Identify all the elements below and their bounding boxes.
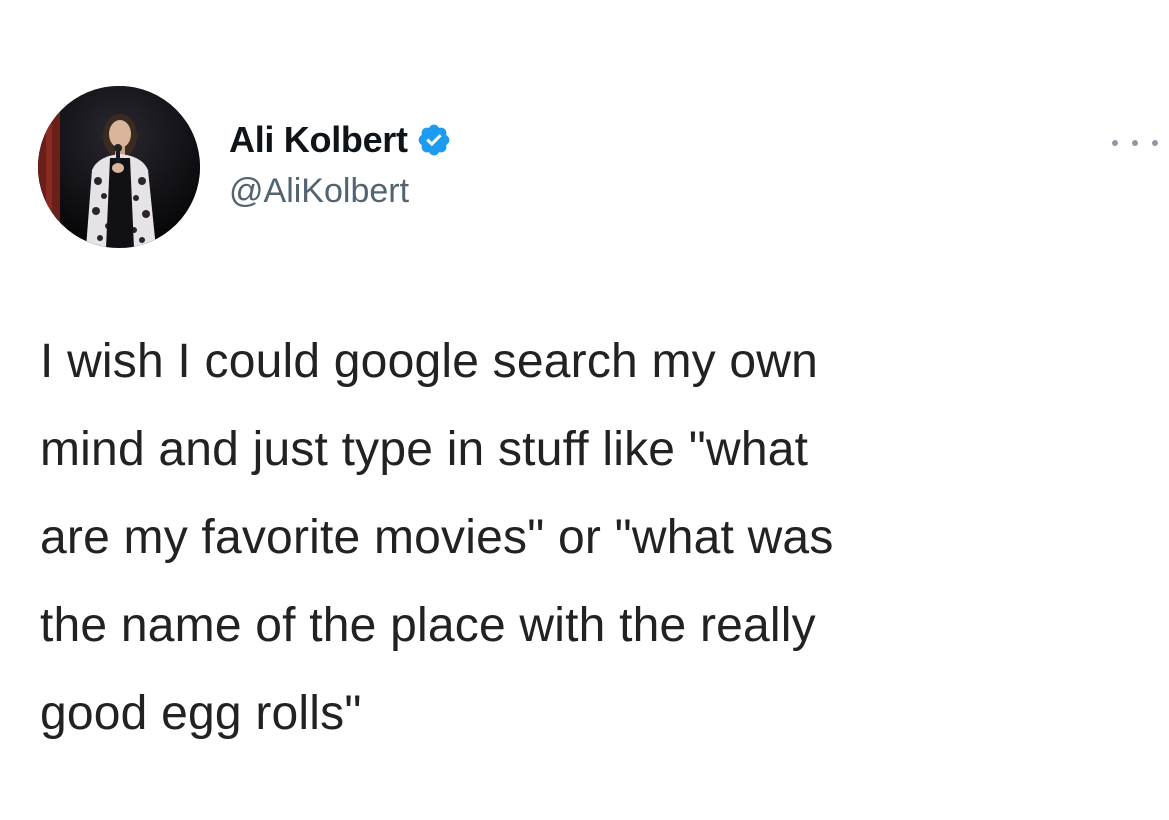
tweet-line: good egg rolls" [40, 687, 362, 740]
author-display-name[interactable]: Ali Kolbert [229, 119, 408, 161]
avatar-photo-icon [38, 86, 200, 248]
tweet-body: I wish I could google search my own mind… [40, 318, 1150, 758]
tweet-line: the name of the place with the really [40, 599, 816, 652]
tweet-card: Ali Kolbert @AliKolbert I wish I could g… [0, 0, 1169, 820]
author-name-row: Ali Kolbert [229, 116, 452, 164]
author-handle[interactable]: @AliKolbert [229, 172, 409, 211]
tweet-line: I wish I could google search my own [40, 335, 819, 388]
author-avatar[interactable] [38, 86, 200, 248]
verified-badge-icon [416, 122, 452, 158]
more-options-button[interactable] [1112, 128, 1158, 158]
more-horizontal-icon [1132, 140, 1138, 146]
more-horizontal-icon [1152, 140, 1158, 146]
tweet-line: mind and just type in stuff like "what [40, 423, 809, 476]
tweet-line: are my favorite movies" or "what was [40, 511, 834, 564]
more-horizontal-icon [1112, 140, 1118, 146]
